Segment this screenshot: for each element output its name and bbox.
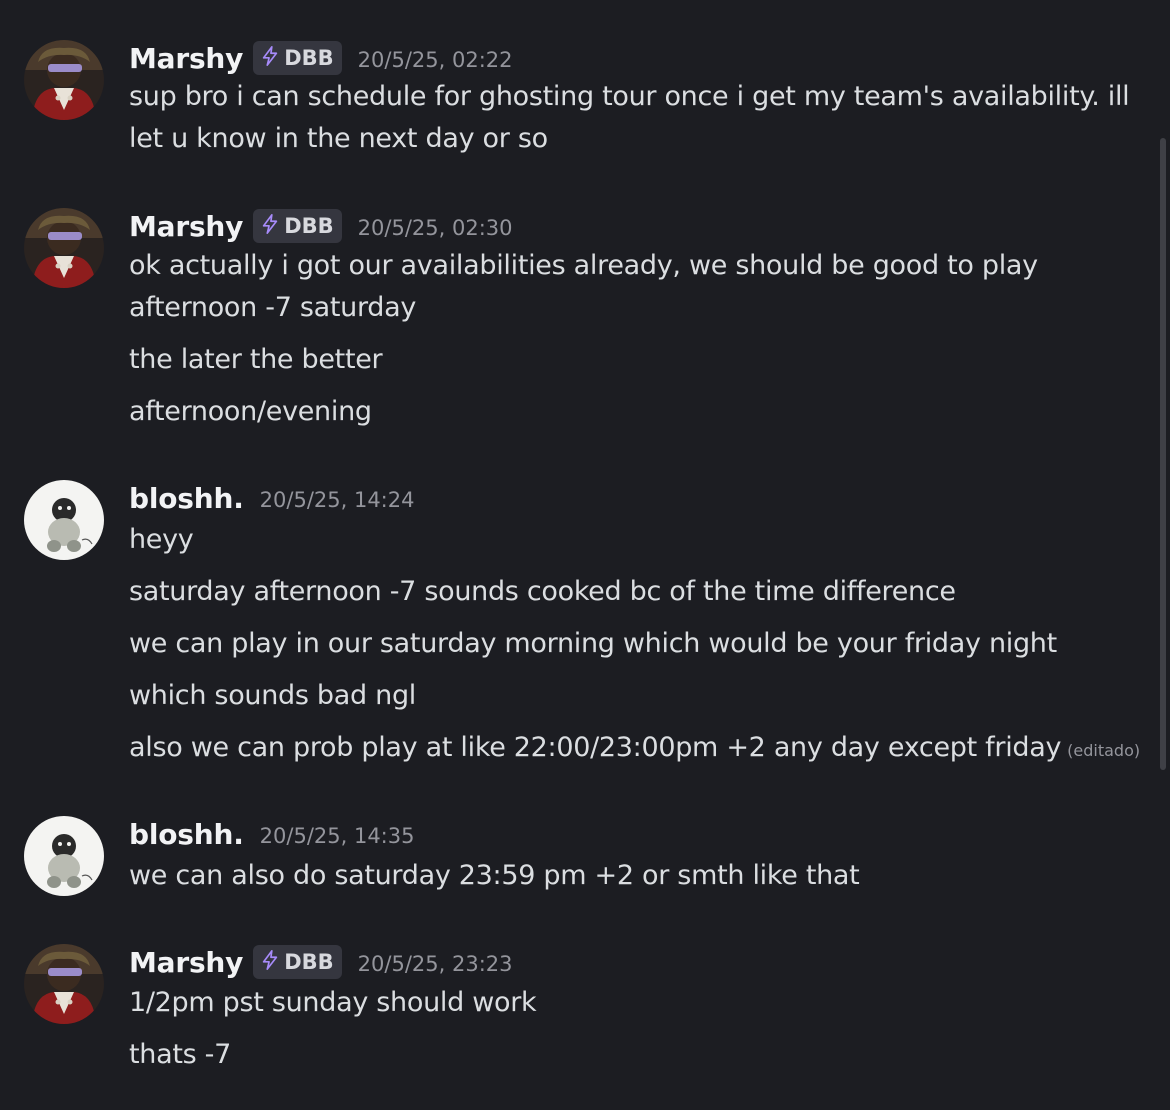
message-header: bloshh. 20/5/25, 14:35: [129, 816, 414, 852]
message-text: which sounds bad ngl: [129, 680, 416, 711]
message-text: 1/2pm pst sunday should work: [129, 987, 537, 1018]
lightning-bolt-icon: [259, 949, 281, 976]
timestamp[interactable]: 20/5/25, 14:35: [260, 824, 415, 848]
username[interactable]: bloshh.: [129, 818, 244, 851]
timestamp[interactable]: 20/5/25, 23:23: [358, 952, 513, 976]
avatar-bloshh[interactable]: [24, 480, 104, 560]
message-header: bloshh. 20/5/25, 14:24: [129, 480, 414, 516]
timestamp[interactable]: 20/5/25, 02:30: [358, 216, 513, 240]
username[interactable]: Marshy: [129, 946, 243, 979]
message-text: let u know in the next day or so: [129, 123, 548, 154]
message-text: heyy: [129, 524, 194, 555]
lightning-bolt-icon: [259, 213, 281, 240]
message-text-content: also we can prob play at like 22:00/23:0…: [129, 732, 1062, 763]
timestamp[interactable]: 20/5/25, 02:22: [358, 48, 513, 72]
message-header: Marshy DBB 20/5/25, 02:22: [129, 40, 513, 76]
message-text: the later the better: [129, 344, 383, 375]
username[interactable]: bloshh.: [129, 482, 244, 515]
server-tag[interactable]: DBB: [253, 945, 342, 979]
server-tag[interactable]: DBB: [253, 41, 342, 75]
scrollbar[interactable]: [1160, 138, 1166, 770]
message-text: thats -7: [129, 1039, 232, 1070]
message-text: ok actually i got our availabilities alr…: [129, 250, 1038, 281]
avatar-marshy[interactable]: [24, 40, 104, 120]
message-header: Marshy DBB 20/5/25, 02:30: [129, 208, 513, 244]
username[interactable]: Marshy: [129, 210, 243, 243]
chat-log: Marshy DBB 20/5/25, 02:22 sup bro i can …: [0, 0, 1170, 1110]
server-tag-label: DBB: [284, 214, 334, 238]
message-text: sup bro i can schedule for ghosting tour…: [129, 81, 1130, 112]
message-text: afternoon -7 saturday: [129, 292, 417, 323]
message-text: afternoon/evening: [129, 396, 372, 427]
edited-label: (editado): [1067, 741, 1141, 760]
server-tag-label: DBB: [284, 46, 334, 70]
message-text: we can also do saturday 23:59 pm +2 or s…: [129, 860, 860, 891]
message-header: Marshy DBB 20/5/25, 23:23: [129, 944, 513, 980]
avatar-bloshh[interactable]: [24, 816, 104, 896]
server-tag-label: DBB: [284, 950, 334, 974]
avatar-marshy[interactable]: [24, 944, 104, 1024]
message-text: saturday afternoon -7 sounds cooked bc o…: [129, 576, 956, 607]
timestamp[interactable]: 20/5/25, 14:24: [260, 488, 415, 512]
message-text: we can play in our saturday morning whic…: [129, 628, 1057, 659]
message-text: also we can prob play at like 22:00/23:0…: [129, 727, 1140, 772]
username[interactable]: Marshy: [129, 42, 243, 75]
server-tag[interactable]: DBB: [253, 209, 342, 243]
lightning-bolt-icon: [259, 45, 281, 72]
avatar-marshy[interactable]: [24, 208, 104, 288]
